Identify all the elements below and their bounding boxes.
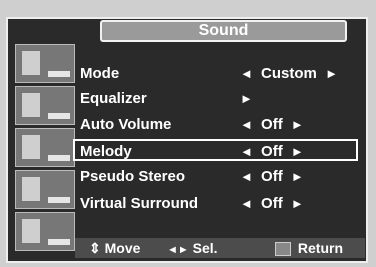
left-arrow-icon: ◄ [240,117,253,132]
menu-item-value: ◄ Custom ► [240,65,338,82]
menu-item-label: Auto Volume [80,116,172,133]
menu-item-value: ◄ Off ► [240,143,304,160]
menu-item-label: Pseudo Stereo [80,168,186,185]
select-hint: ◄► Sel. [167,240,218,256]
menu-item-value: ◄ Off ► [240,116,304,133]
tv-screen: Sound Mode ◄ Custom ► Equalizer ► Auto V… [0,0,376,267]
menu-item-virtual-surround[interactable]: Virtual Surround ◄ Off ► [75,193,360,215]
menu-item-auto-volume[interactable]: Auto Volume ◄ Off ► [75,114,360,136]
right-arrow-icon: ► [290,117,304,132]
menu-item-value: ◄ Off ► [240,195,304,212]
return-icon [275,242,291,257]
menu-item-label: Virtual Surround [80,195,199,212]
return-hint: Return [275,238,343,258]
right-arrow-icon: ► [290,196,304,211]
left-arrow-icon: ◄ [240,66,253,81]
menu-item-pseudo-stereo[interactable]: Pseudo Stereo ◄ Off ► [75,166,360,188]
setup-icon[interactable] [15,128,75,167]
menu-item-melody[interactable]: Melody ◄ Off ► [73,139,358,161]
menu-title: Sound [100,20,347,42]
right-arrow-icon: ► [325,66,338,81]
right-arrow-icon: ► [240,91,253,106]
right-arrow-icon: ► [290,144,304,159]
category-sidebar [15,30,75,251]
menu-item-value: ◄ Off ► [240,168,304,185]
menu-item-label: Melody [80,143,132,160]
menu-item-mode[interactable]: Mode ◄ Custom ► [75,63,360,85]
pip-icon[interactable] [15,212,75,251]
channel-icon[interactable] [15,170,75,209]
help-bar: ⇕ Move ◄► Sel. Return [75,238,365,258]
sound-icon[interactable] [15,86,75,125]
menu-item-label: Equalizer [80,90,147,107]
menu-item-label: Mode [80,65,120,82]
left-arrow-icon: ◄ [240,196,253,211]
move-icon: ⇕ [89,240,101,256]
menu-item-equalizer[interactable]: Equalizer ► [75,88,360,110]
left-arrow-icon: ◄ [240,144,253,159]
menu-item-value: ► [240,88,253,110]
picture-icon[interactable] [15,44,75,83]
left-arrow-icon: ◄ [240,169,253,184]
move-hint: ⇕ Move [89,240,141,256]
right-arrow-icon: ► [290,169,304,184]
select-icon: ◄► [167,244,189,256]
